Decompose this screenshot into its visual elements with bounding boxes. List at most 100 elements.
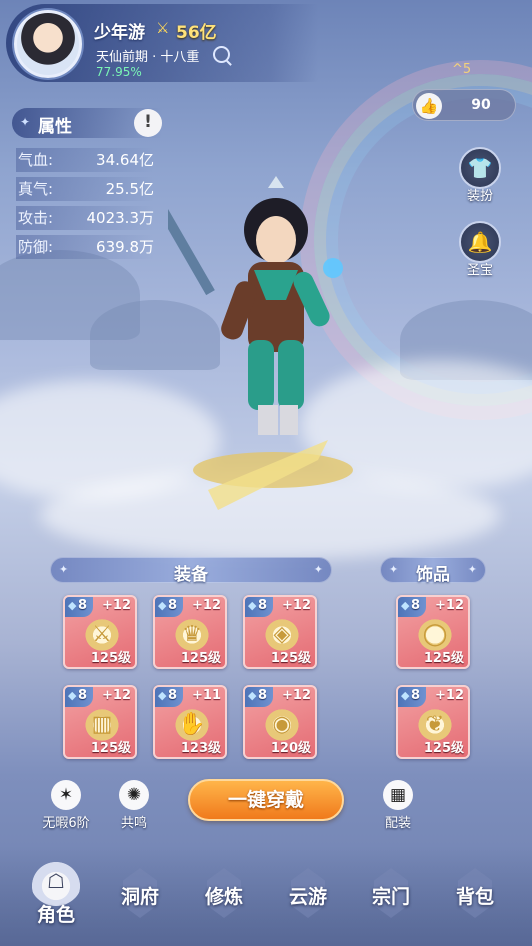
holy-treasure-button[interactable]: 🔔 圣宝 bbox=[455, 221, 505, 278]
one-key-equip-button[interactable]: 一键穿戴 bbox=[188, 779, 344, 821]
equipment-title: 装备 bbox=[174, 565, 208, 585]
attr-key: 真气: bbox=[18, 180, 54, 198]
gem-icon: ◆ bbox=[68, 599, 77, 612]
robe-icon: 👕 bbox=[459, 147, 501, 189]
nav-cave[interactable]: 洞府 bbox=[105, 868, 175, 924]
gem-icon: ◆ bbox=[248, 599, 257, 612]
flawless-button[interactable]: ✶ 无暇6阶 bbox=[36, 780, 96, 831]
attr-key: 气血: bbox=[18, 151, 54, 169]
player-name: 少年游 bbox=[94, 23, 145, 43]
slot-level: 8 bbox=[78, 598, 88, 613]
equipment-slot-gauntlet[interactable]: ◆ 8 +11 ✋ 123级 bbox=[153, 685, 227, 759]
resonance-label: 共鸣 bbox=[120, 816, 147, 831]
attr-value: 4023.3万 bbox=[86, 209, 155, 227]
attributes-title: 属性 bbox=[38, 117, 72, 137]
character-hat-icon: ☖ bbox=[30, 856, 82, 906]
slot-tier: 125级 bbox=[423, 651, 464, 666]
search-icon[interactable] bbox=[213, 46, 230, 63]
attr-row-qi: 真气: 25.5亿 bbox=[16, 177, 154, 201]
gem-icon: ◆ bbox=[248, 689, 257, 702]
slot-enhance: +12 bbox=[102, 598, 131, 613]
slot-enhance: +12 bbox=[435, 598, 464, 613]
nav-cultivate[interactable]: 修炼 bbox=[189, 868, 259, 924]
slot-tier: 120级 bbox=[270, 741, 311, 756]
outfit-label: 配装 bbox=[384, 816, 411, 831]
swirl-icon: ✺ bbox=[119, 780, 149, 810]
equipment-section-header: ✦ 装备 ✦ bbox=[50, 557, 332, 585]
equipment-slot-helmet[interactable]: ◆ 8 +12 ♛ 125级 bbox=[153, 595, 227, 669]
gem-icon: ◆ bbox=[158, 599, 167, 612]
thumbs-up-icon: 👍 bbox=[416, 93, 442, 119]
slot-level: 8 bbox=[411, 598, 421, 613]
attr-row-attack: 攻击: 4023.3万 bbox=[16, 206, 154, 230]
slot-level: 8 bbox=[258, 598, 268, 613]
slot-level: 8 bbox=[411, 688, 421, 703]
diamond-icon: ✦ bbox=[467, 563, 477, 576]
flawless-label: 无暇6阶 bbox=[42, 816, 90, 831]
nav-character[interactable]: ☖ 角色 bbox=[20, 856, 92, 936]
nav-label: 洞府 bbox=[120, 886, 159, 908]
slot-tier: 125级 bbox=[180, 651, 221, 666]
realm-progress: 77.95% bbox=[96, 65, 142, 79]
nav-sect[interactable]: 宗门 bbox=[356, 868, 426, 924]
gem-icon: ◆ bbox=[158, 689, 167, 702]
equipment-slot-weapon[interactable]: ◆ 8 +12 ⚔ 125级 bbox=[63, 595, 137, 669]
attr-value: 34.64亿 bbox=[96, 151, 154, 169]
like-count: 90 bbox=[471, 97, 491, 113]
nav-label: 背包 bbox=[455, 886, 494, 908]
gem-icon: ◆ bbox=[401, 689, 410, 702]
slot-level: 8 bbox=[78, 688, 88, 703]
slot-tier: 125级 bbox=[90, 741, 131, 756]
equipment-slot-waist[interactable]: ◆ 8 +12 ▥ 125级 bbox=[63, 685, 137, 759]
slot-enhance: +12 bbox=[102, 688, 131, 703]
diamond-icon: ✦ bbox=[20, 115, 31, 129]
attr-row-hp: 气血: 34.64亿 bbox=[16, 148, 154, 172]
grid-icon: ▦ bbox=[383, 780, 413, 810]
accessory-slot-necklace[interactable]: ◆ 8 +12 ❦ 125级 bbox=[396, 685, 470, 759]
nav-label: 角色 bbox=[36, 904, 75, 926]
outfit-button[interactable]: ▦ 配装 bbox=[374, 780, 422, 831]
accessories-section-header: ✦ 饰品 ✦ bbox=[380, 557, 486, 585]
slot-enhance: +12 bbox=[192, 598, 221, 613]
nav-bag[interactable]: 背包 bbox=[440, 868, 510, 924]
nav-label: 修炼 bbox=[204, 886, 243, 908]
nav-label: 宗门 bbox=[371, 886, 410, 908]
equipment-slot-boots[interactable]: ◆ 8 +12 ◉ 120级 bbox=[243, 685, 317, 759]
attr-value: 639.8万 bbox=[96, 238, 154, 256]
dress-up-button[interactable]: 👕 装扮 bbox=[455, 147, 505, 204]
attributes-info-button[interactable]: ! bbox=[134, 109, 162, 137]
accessory-slot-ring[interactable]: ◆ 8 +12 ◯ 125级 bbox=[396, 595, 470, 669]
slot-enhance: +12 bbox=[282, 598, 311, 613]
dress-up-label: 装扮 bbox=[466, 189, 493, 204]
star-rank: ^5 bbox=[452, 62, 472, 77]
like-button[interactable]: 👍 90 bbox=[412, 89, 516, 121]
combat-power: 56亿 bbox=[176, 23, 217, 43]
crossed-swords-icon: ⚔ bbox=[156, 19, 170, 37]
nav-label: 云游 bbox=[288, 886, 327, 908]
character-model[interactable] bbox=[168, 170, 378, 530]
cultivation-realm: 天仙前期 · 十八重 bbox=[96, 50, 200, 65]
diamond-icon: ✦ bbox=[313, 563, 323, 576]
attr-row-defense: 防御: 639.8万 bbox=[16, 235, 154, 259]
slot-tier: 125级 bbox=[423, 741, 464, 756]
attr-key: 攻击: bbox=[18, 209, 54, 227]
player-info-bar[interactable]: 少年游 ⚔ 56亿 天仙前期 · 十八重 77.95% bbox=[6, 4, 318, 82]
slot-tier: 125级 bbox=[270, 651, 311, 666]
slot-level: 8 bbox=[168, 688, 178, 703]
equipment-slot-armor[interactable]: ◆ 8 +12 ◈ 125级 bbox=[243, 595, 317, 669]
bell-icon: 🔔 bbox=[459, 221, 501, 263]
nav-travel[interactable]: 云游 bbox=[273, 868, 343, 924]
flawless-icon: ✶ bbox=[51, 780, 81, 810]
resonance-button[interactable]: ✺ 共鸣 bbox=[110, 780, 158, 831]
slot-enhance: +12 bbox=[435, 688, 464, 703]
gem-icon: ◆ bbox=[401, 599, 410, 612]
attr-value: 25.5亿 bbox=[105, 180, 154, 198]
slot-enhance: +12 bbox=[282, 688, 311, 703]
player-avatar[interactable] bbox=[14, 10, 82, 78]
slot-level: 8 bbox=[168, 598, 178, 613]
slot-tier: 123级 bbox=[180, 741, 221, 756]
slot-level: 8 bbox=[258, 688, 268, 703]
attr-key: 防御: bbox=[18, 238, 54, 256]
slot-enhance: +11 bbox=[192, 688, 221, 703]
holy-treasure-label: 圣宝 bbox=[466, 263, 493, 278]
